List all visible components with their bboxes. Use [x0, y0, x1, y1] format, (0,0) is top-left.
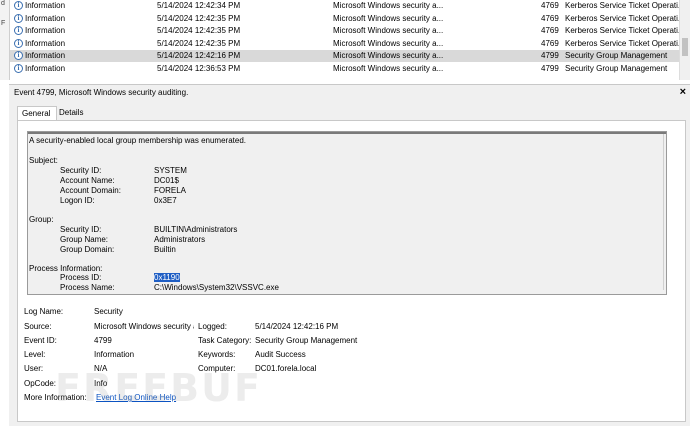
- task-category-label: Task Category:: [198, 336, 252, 345]
- event-category: Kerberos Service Ticket Operati...: [565, 38, 679, 48]
- event-id-label: Event ID:: [24, 336, 57, 345]
- left-edge-glyph: d: [1, 0, 5, 7]
- event-row[interactable]: i Information 5/14/2024 12:36:53 PM Microso…: [10, 63, 680, 75]
- process-name-label: Process Name:: [60, 283, 115, 292]
- event-date: 5/14/2024 12:42:35 PM: [157, 38, 241, 48]
- message-intro: A security-enabled local group membershi…: [29, 136, 247, 145]
- level-label: Level:: [24, 350, 46, 359]
- watermark-logo: FREEBUF: [55, 366, 262, 410]
- event-source: Microsoft Windows security a...: [333, 38, 444, 48]
- info-icon: i: [14, 1, 23, 10]
- log-name-value: Security: [94, 307, 123, 316]
- subject-logon-id-value: 0x3E7: [154, 196, 177, 205]
- event-date: 5/14/2024 12:42:35 PM: [157, 13, 241, 23]
- event-date: 5/14/2024 12:42:16 PM: [157, 51, 241, 60]
- logged-label: Logged:: [198, 322, 227, 331]
- event-row[interactable]: i Information 5/14/2024 12:42:16 PM Microso…: [10, 50, 680, 62]
- keywords-value: Audit Success: [255, 350, 306, 359]
- group-name-label: Group Name:: [60, 235, 109, 244]
- event-id-value: 4799: [94, 336, 112, 345]
- info-icon: i: [14, 38, 23, 48]
- event-date: 5/14/2024 12:42:34 PM: [157, 1, 241, 10]
- tab-general[interactable]: General: [17, 106, 57, 121]
- subject-security-id-value: SYSTEM: [154, 166, 187, 175]
- subject-security-id-label: Security ID:: [60, 166, 102, 175]
- task-category-value: Security Group Management: [255, 336, 358, 345]
- tab-details[interactable]: Details: [55, 106, 87, 120]
- list-scrollbar[interactable]: [679, 0, 690, 80]
- info-icon: i: [14, 51, 23, 60]
- subject-account-name-value: DC01$: [154, 176, 179, 185]
- close-icon[interactable]: ×: [680, 86, 686, 98]
- event-source: Microsoft Windows security a...: [333, 51, 444, 60]
- event-category: Security Group Management: [565, 51, 668, 60]
- source-label: Source:: [24, 322, 52, 331]
- event-date: 5/14/2024 12:36:53 PM: [157, 63, 241, 73]
- event-level: Information: [25, 63, 66, 73]
- logged-value: 5/14/2024 12:42:16 PM: [255, 322, 339, 331]
- computer-value: DC01.forela.local: [255, 364, 317, 373]
- event-row[interactable]: i Information 5/14/2024 12:42:34 PM Microso…: [10, 0, 680, 12]
- keywords-label: Keywords:: [198, 350, 236, 359]
- event-row[interactable]: i Information 5/14/2024 12:42:35 PM Microso…: [10, 13, 680, 25]
- event-source: Microsoft Windows security a...: [333, 26, 444, 35]
- event-source: Microsoft Windows security a...: [333, 63, 444, 73]
- event-category: Kerberos Service Ticket Operati...: [565, 26, 679, 35]
- event-source: Microsoft Windows security a...: [333, 1, 444, 10]
- subject-account-name-label: Account Name:: [60, 176, 115, 185]
- event-level: Information: [25, 13, 66, 23]
- source-value: Microsoft Windows security a: [94, 322, 194, 331]
- log-name-label: Log Name:: [24, 307, 64, 316]
- event-row[interactable]: i Information 5/14/2024 12:42:35 PM Microso…: [10, 38, 680, 50]
- event-source: Microsoft Windows security a...: [333, 13, 444, 23]
- message-scroll-edge: [663, 134, 664, 290]
- process-name-value: C:\Windows\System32\VSSVC.exe: [154, 283, 279, 292]
- info-icon: i: [14, 63, 23, 73]
- event-date: 5/14/2024 12:42:35 PM: [157, 26, 241, 35]
- event-list: d F i Information 5/14/2024 12:42:34 PM Mic…: [0, 0, 690, 80]
- event-category: Kerberos Service Ticket Operati...: [565, 13, 679, 23]
- group-security-id-label: Security ID:: [60, 225, 102, 234]
- process-id-label: Process ID:: [60, 273, 102, 282]
- event-level: Information: [25, 51, 66, 60]
- group-header: Group:: [29, 215, 54, 224]
- process-id-value[interactable]: 0x1190: [154, 273, 180, 282]
- group-security-id-value: BUILTIN\Administrators: [154, 225, 238, 234]
- group-domain-label: Group Domain:: [60, 245, 115, 254]
- subject-account-domain-value: FORELA: [154, 186, 187, 195]
- event-level: Information: [25, 38, 66, 48]
- info-icon: i: [14, 26, 23, 35]
- message-box-border: [28, 132, 666, 134]
- subject-account-domain-label: Account Domain:: [60, 186, 121, 195]
- group-domain-value: Builtin: [154, 245, 176, 254]
- user-label: User:: [24, 364, 44, 373]
- scrollbar-thumb[interactable]: [682, 38, 688, 56]
- process-header: Process Information:: [29, 264, 103, 273]
- event-message-box[interactable]: A security-enabled local group membershi…: [27, 131, 667, 295]
- event-category: Kerberos Service Ticket Operati...: [565, 1, 679, 10]
- group-name-value: Administrators: [154, 235, 206, 244]
- opcode-label: OpCode:: [24, 379, 57, 388]
- event-row[interactable]: i Information 5/14/2024 12:42:35 PM Microso…: [10, 25, 680, 37]
- left-edge-glyph: F: [1, 20, 6, 27]
- event-level: Information: [25, 1, 66, 10]
- event-category: Security Group Management: [565, 63, 668, 73]
- left-splitter-bar: d F: [0, 0, 10, 80]
- info-icon: i: [14, 13, 23, 23]
- subject-logon-id-label: Logon ID:: [60, 196, 95, 205]
- level-value: Information: [94, 350, 135, 359]
- detail-title: Event 4799, Microsoft Windows security a…: [14, 88, 189, 97]
- event-level: Information: [25, 26, 66, 35]
- subject-header: Subject:: [29, 156, 58, 165]
